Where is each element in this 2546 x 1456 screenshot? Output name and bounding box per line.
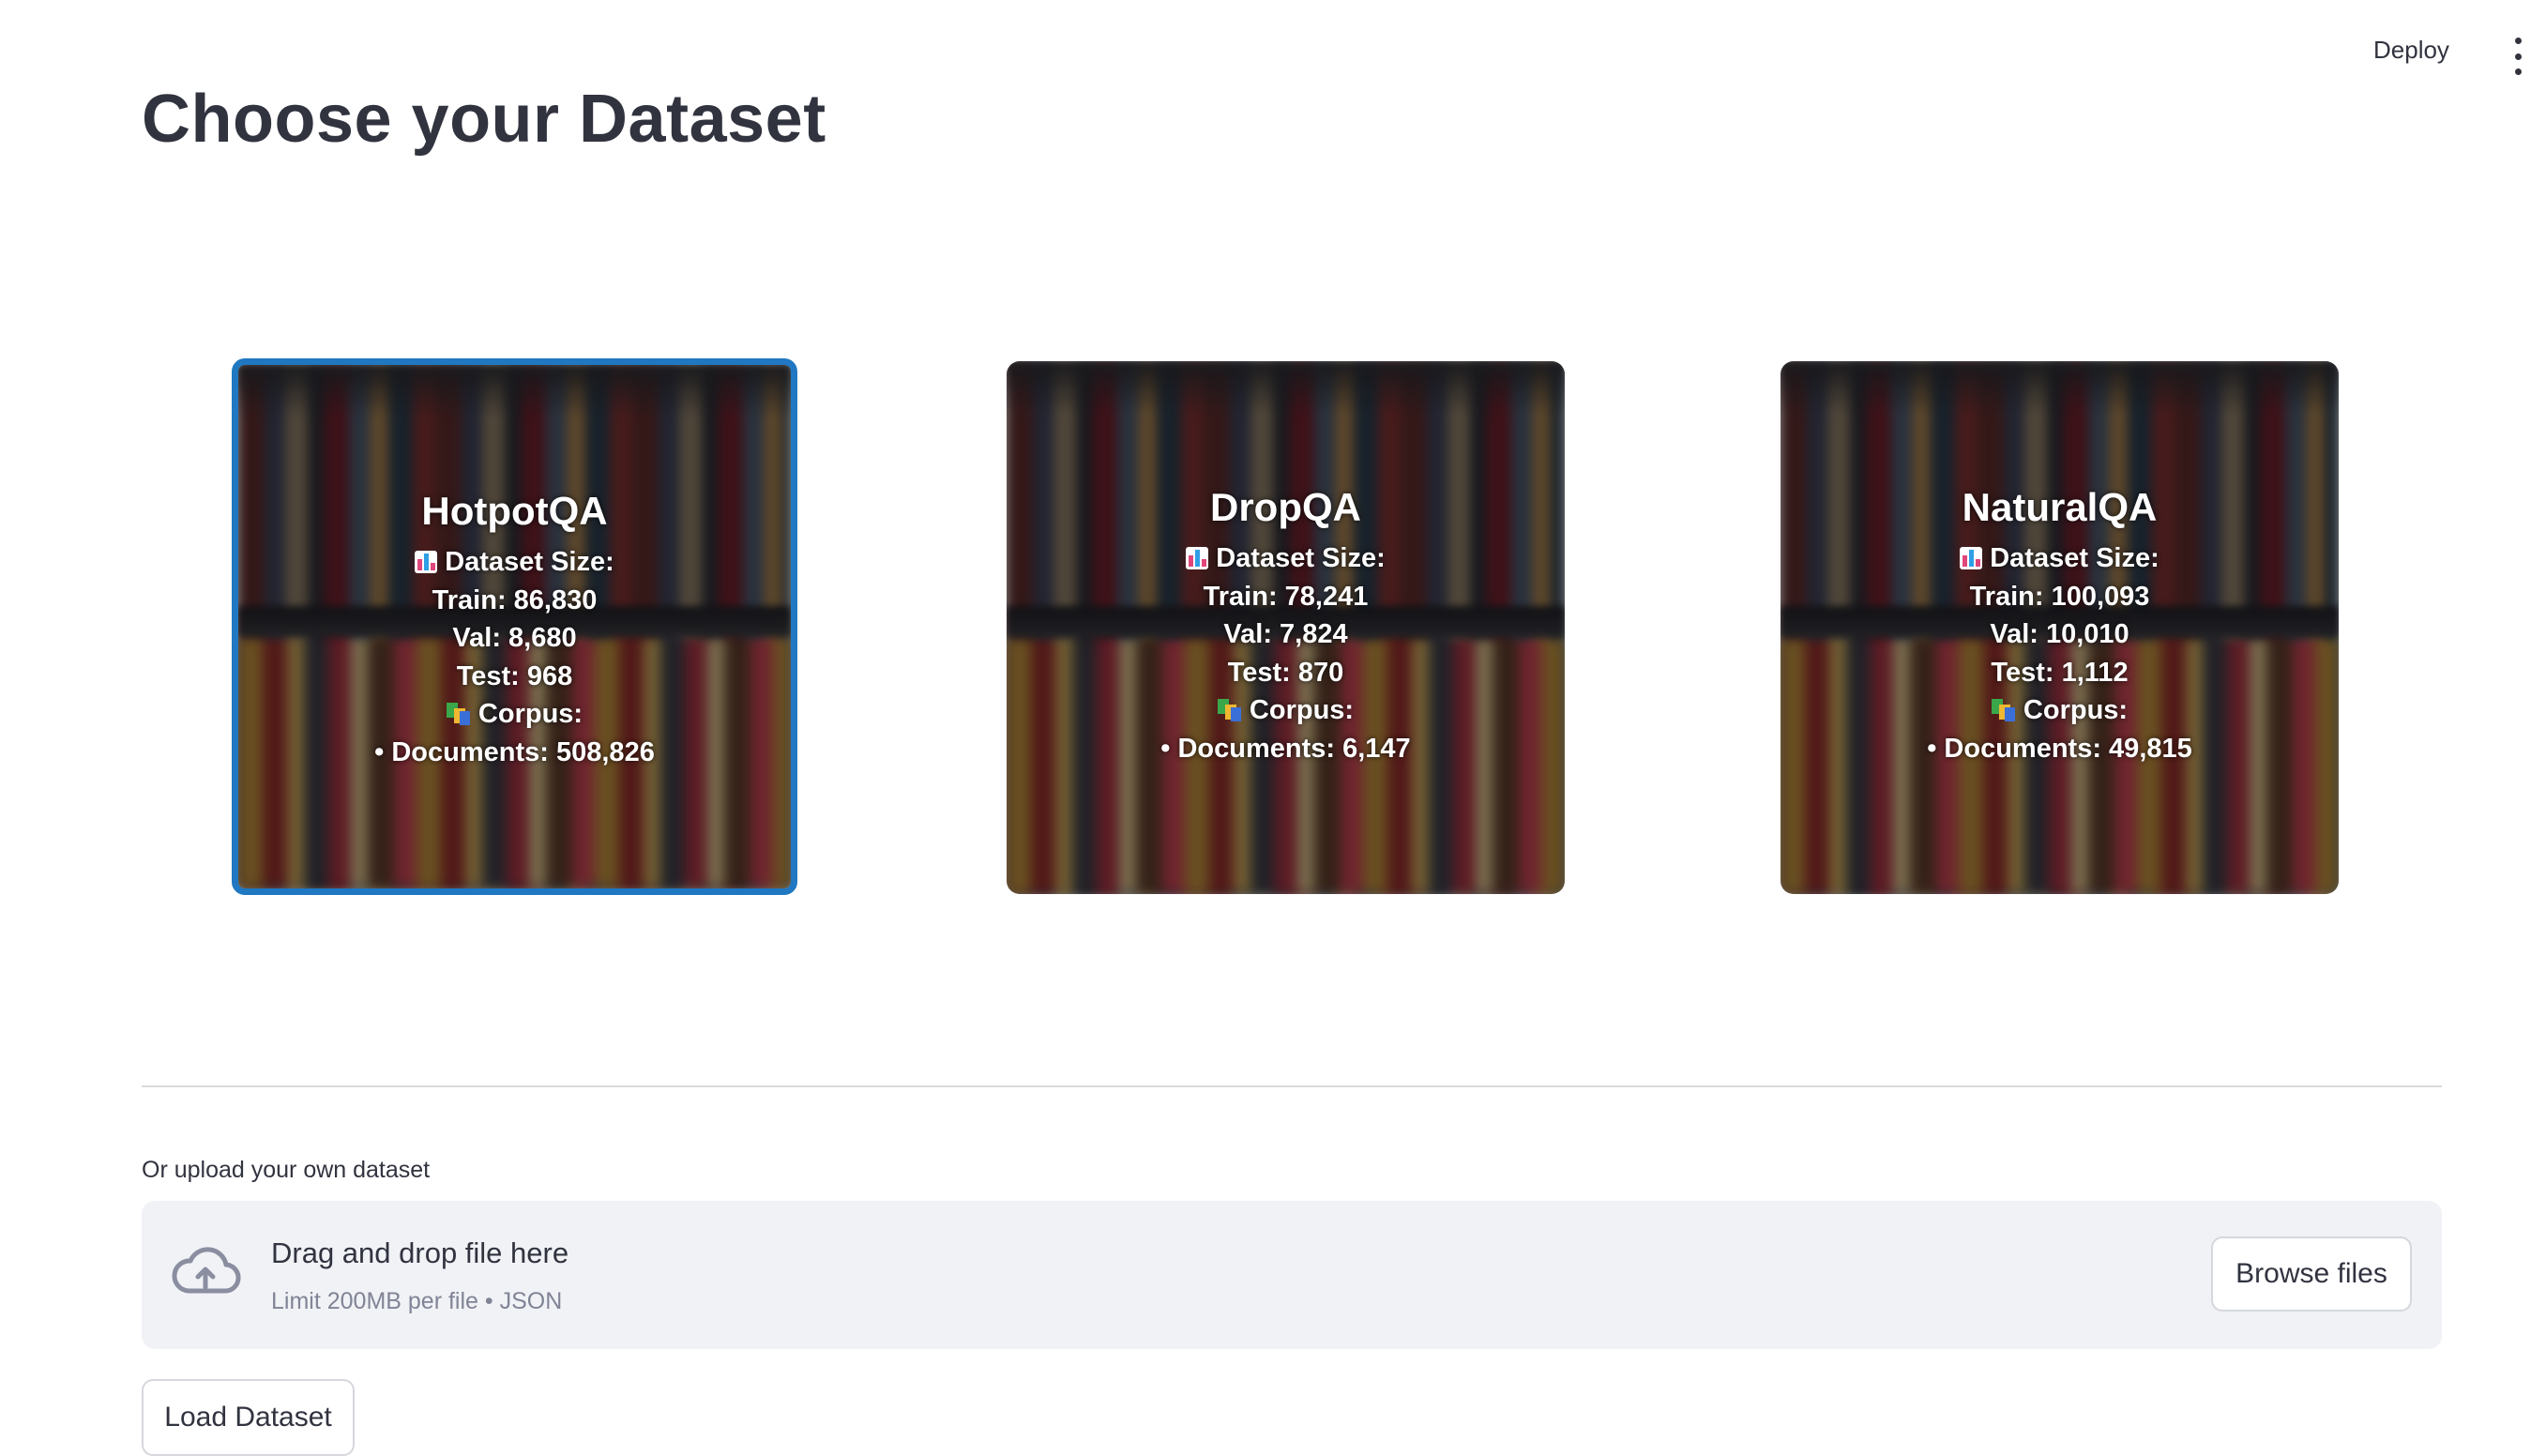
upload-label: Or upload your own dataset: [142, 1157, 431, 1183]
dataset-name: DropQA: [1210, 485, 1361, 529]
dataset-size-label: Dataset Size:: [1007, 539, 1565, 578]
books-icon: [1991, 699, 2016, 721]
card-content: HotpotQA Dataset Size: Train: 86,830 Val…: [238, 485, 791, 771]
train-count: Train: 86,830: [432, 584, 598, 615]
dataset-card-naturalqa[interactable]: NaturalQA Dataset Size: Train: 100,093 V…: [1781, 361, 2339, 894]
menu-dot: [2514, 68, 2522, 75]
bar-chart-icon: [415, 551, 438, 573]
load-dataset-button[interactable]: Load Dataset: [142, 1379, 355, 1456]
test-count: Test: 870: [1227, 657, 1344, 688]
deploy-button[interactable]: Deploy: [2373, 36, 2449, 65]
test-count: Test: 968: [456, 660, 573, 691]
card-content: NaturalQA Dataset Size: Train: 100,093 V…: [1781, 481, 2339, 767]
dataset-card-hotpotqa[interactable]: HotpotQA Dataset Size: Train: 86,830 Val…: [232, 358, 797, 895]
file-dropzone[interactable]: [142, 1201, 2442, 1349]
card-content: DropQA Dataset Size: Train: 78,241 Val: …: [1007, 481, 1565, 767]
browse-files-button[interactable]: Browse files: [2211, 1236, 2412, 1312]
menu-dot: [2514, 38, 2522, 44]
documents-count: • Documents: 49,815: [1927, 733, 2192, 764]
page-title: Choose your Dataset: [142, 82, 826, 157]
cloud-upload-icon: [172, 1247, 241, 1294]
train-count: Train: 78,241: [1203, 581, 1369, 612]
books-icon: [1217, 699, 1242, 721]
corpus-label: Corpus:: [238, 695, 791, 734]
documents-count: • Documents: 6,147: [1160, 733, 1411, 764]
bar-chart-icon: [1186, 547, 1209, 569]
val-count: Val: 7,824: [1223, 619, 1348, 649]
documents-count: • Documents: 508,826: [374, 736, 655, 767]
books-icon: [446, 703, 471, 725]
dropzone-limit: Limit 200MB per file • JSON: [271, 1288, 563, 1314]
dataset-card-dropqa[interactable]: DropQA Dataset Size: Train: 78,241 Val: …: [1007, 361, 1565, 894]
menu-dot: [2514, 53, 2522, 60]
more-vertical-icon[interactable]: [2507, 38, 2529, 75]
dropzone-instruction: Drag and drop file here: [271, 1236, 569, 1269]
dataset-name: HotpotQA: [421, 489, 608, 533]
dataset-size-label: Dataset Size:: [238, 543, 791, 582]
dataset-name: NaturalQA: [1962, 485, 2158, 529]
section-divider: [142, 1085, 2442, 1087]
val-count: Val: 10,010: [1990, 619, 2129, 649]
train-count: Train: 100,093: [1969, 581, 2150, 612]
val-count: Val: 8,680: [452, 623, 577, 653]
bar-chart-icon: [1960, 547, 1983, 569]
test-count: Test: 1,112: [1991, 657, 2129, 688]
dataset-size-label: Dataset Size:: [1781, 539, 2339, 578]
corpus-label: Corpus:: [1007, 691, 1565, 730]
corpus-label: Corpus:: [1781, 691, 2339, 730]
